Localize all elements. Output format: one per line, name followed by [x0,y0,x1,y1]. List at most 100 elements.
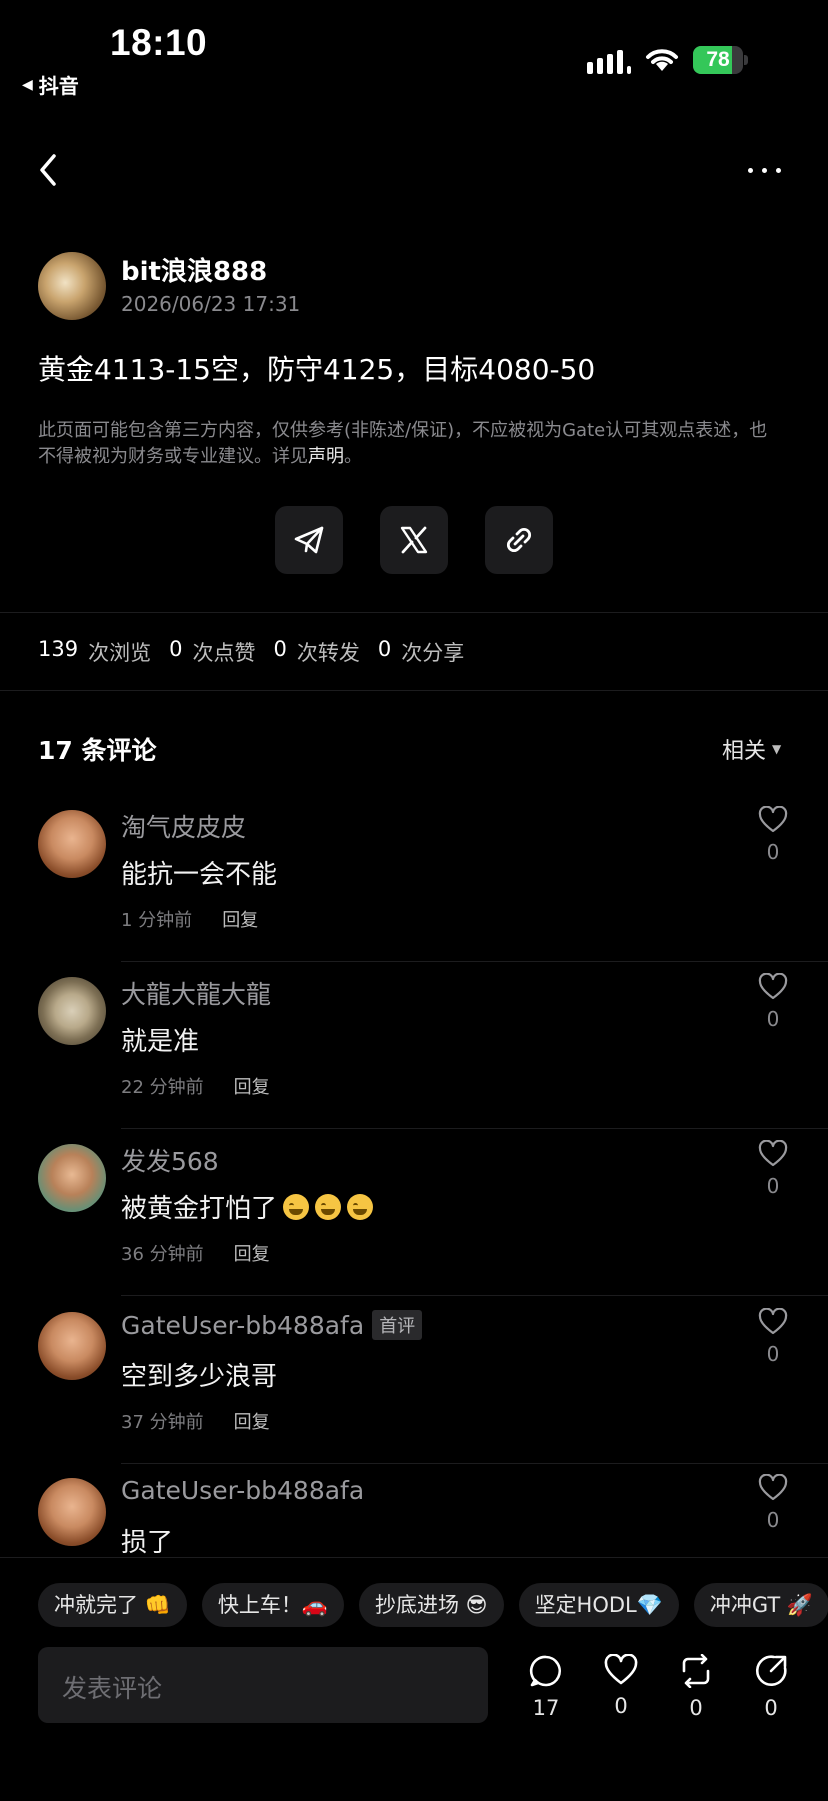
commenter-username[interactable]: GateUser-bb488afa [121,1311,364,1340]
comment-item: 大龍大龍大龍 就是准 22 分钟前 回复 0 [0,961,828,1129]
comment-meta: 22 分钟前 回复 [121,1073,270,1099]
disclaimer-text: 此页面可能包含第三方内容，仅供参考(非陈述/保证)，不应被视为Gate认可其观点… [38,420,768,467]
comment-time: 37 分钟前 [121,1412,204,1433]
share-action-count: 0 [764,1696,778,1720]
comment-item: GateUser-bb488afa 首评 空到多少浪哥 37 分钟前 回复 0 [0,1296,828,1464]
commenter-name[interactable]: GateUser-bb488afa [121,1476,364,1505]
telegram-icon [294,526,324,554]
comment-like-button[interactable]: 0 [756,1307,790,1366]
comment-text-content: 被黄金打怕了 [121,1194,278,1224]
reply-button[interactable]: 回复 [222,906,258,932]
repost-action[interactable]: 0 [671,1653,721,1720]
comment-meta: 37 分钟前 回复 [121,1408,270,1434]
author-name[interactable]: bit浪浪888 [121,251,267,288]
quick-reply-chip[interactable]: 抄底进场 😎 [358,1583,504,1627]
commenter-avatar[interactable] [38,1312,106,1380]
comment-like-button[interactable]: 0 [756,1139,790,1198]
like-action-count: 0 [614,1694,628,1718]
reposts-count: 0 [273,637,287,661]
more-options-icon[interactable] [748,160,788,180]
likes-label: 次点赞 [192,641,256,665]
comment-meta: 1 分钟前 回复 [121,906,258,932]
comment-input-placeholder: 发表评论 [62,1674,163,1703]
comment-like-button[interactable]: 0 [756,1473,790,1532]
caret-down-icon: ▼ [772,742,782,756]
battery-icon: 78 [693,46,749,74]
post-date: 2026/06/23 17:31 [121,292,301,316]
quick-reply-chip[interactable]: 冲就完了 👊 [38,1583,187,1627]
likes-count: 0 [169,637,183,661]
commenter-username[interactable]: 大龍大龍大龍 [121,975,271,1011]
quick-reply-chip[interactable]: 快上车！🚗 [201,1583,344,1627]
like-count: 0 [766,1342,780,1366]
like-count: 0 [766,1007,780,1031]
quick-reply-chip[interactable]: 冲冲GT 🚀 [693,1583,828,1627]
shares-label: 次分享 [401,641,465,665]
comment-like-button[interactable]: 0 [756,805,790,864]
sweat-smile-emoji-icon [347,1193,374,1220]
copy-link-button[interactable] [485,506,553,574]
comment-time: 1 分钟前 [121,910,193,931]
comment-text: 被黄金打怕了 [121,1188,374,1225]
heart-icon [604,1653,638,1685]
comments-action[interactable]: 17 [521,1654,571,1720]
statement-link[interactable]: 声明 [308,446,344,467]
disclaimer-end: 。 [344,446,362,467]
like-count: 0 [766,1508,780,1532]
first-comment-badge: 首评 [372,1310,423,1340]
commenter-avatar[interactable] [38,1144,106,1212]
repost-icon [682,1653,710,1689]
views-label: 次浏览 [88,641,152,665]
commenter-avatar[interactable] [38,1478,106,1546]
reply-button[interactable]: 回复 [234,1408,270,1434]
comment-text: 损了 [121,1528,174,1558]
sweat-smile-emoji-icon [283,1193,310,1220]
commenter-avatar[interactable] [38,977,106,1045]
post-content: 黄金4113-15空，防守4125，目标4080-50 [38,353,596,386]
share-action[interactable]: 0 [746,1654,796,1720]
author-avatar[interactable] [38,252,106,320]
sweat-smile-emoji-icon [315,1193,342,1220]
commenter-username[interactable]: 淘气皮皮皮 [121,808,246,844]
comment-bubble-icon [529,1655,562,1687]
x-logo-icon [400,526,428,554]
comment-input[interactable]: 发表评论 [38,1647,488,1723]
cellular-signal-icon [587,48,631,74]
back-chevron-icon[interactable] [34,150,64,190]
commenter-name[interactable]: 淘气皮皮皮 [121,808,246,844]
commenter-username[interactable]: 发发568 [121,1142,219,1178]
quick-reply-chip[interactable]: 坚定HODL💎 [518,1583,679,1627]
commenter-avatar[interactable] [38,810,106,878]
share-x-button[interactable] [380,506,448,574]
link-icon [506,527,532,553]
heart-icon [758,1139,788,1167]
back-to-app-button[interactable]: ◀ 抖音 [22,70,79,99]
back-app-label: 抖音 [38,74,79,98]
reposts-label: 次转发 [296,641,360,665]
quick-reply-chips: 冲就完了 👊 快上车！🚗 抄底进场 😎 坚定HODL💎 冲冲GT 🚀 [38,1583,828,1627]
reply-button[interactable]: 回复 [234,1240,270,1266]
reply-button[interactable]: 回复 [234,1073,270,1099]
commenter-name[interactable]: 发发568 [121,1142,219,1178]
comment-like-button[interactable]: 0 [756,972,790,1031]
comment-item: 发发568 被黄金打怕了 36 分钟前 回复 0 [0,1128,828,1296]
commenter-name[interactable]: 大龍大龍大龍 [121,975,271,1011]
commenter-username[interactable]: GateUser-bb488afa [121,1476,364,1505]
heart-icon [758,1307,788,1335]
comment-composer-bar: 冲就完了 👊 快上车！🚗 抄底进场 😎 坚定HODL💎 冲冲GT 🚀 发表评论 … [0,1557,828,1801]
like-action[interactable]: 0 [596,1653,646,1718]
commenter-name[interactable]: GateUser-bb488afa 首评 [121,1310,423,1340]
divider [0,690,828,691]
sort-dropdown[interactable]: 相关 ▼ [722,733,781,765]
heart-icon [758,805,788,833]
back-triangle-icon: ◀ [22,76,33,93]
heart-icon [758,972,788,1000]
heart-icon [758,1473,788,1501]
share-telegram-button[interactable] [275,506,343,574]
comment-text: 能抗一会不能 [121,860,278,890]
like-count: 0 [766,1174,780,1198]
wifi-icon [646,49,678,71]
views-count: 139 [38,637,79,661]
comment-item: 淘气皮皮皮 能抗一会不能 1 分钟前 回复 0 [0,794,828,962]
like-count: 0 [766,840,780,864]
